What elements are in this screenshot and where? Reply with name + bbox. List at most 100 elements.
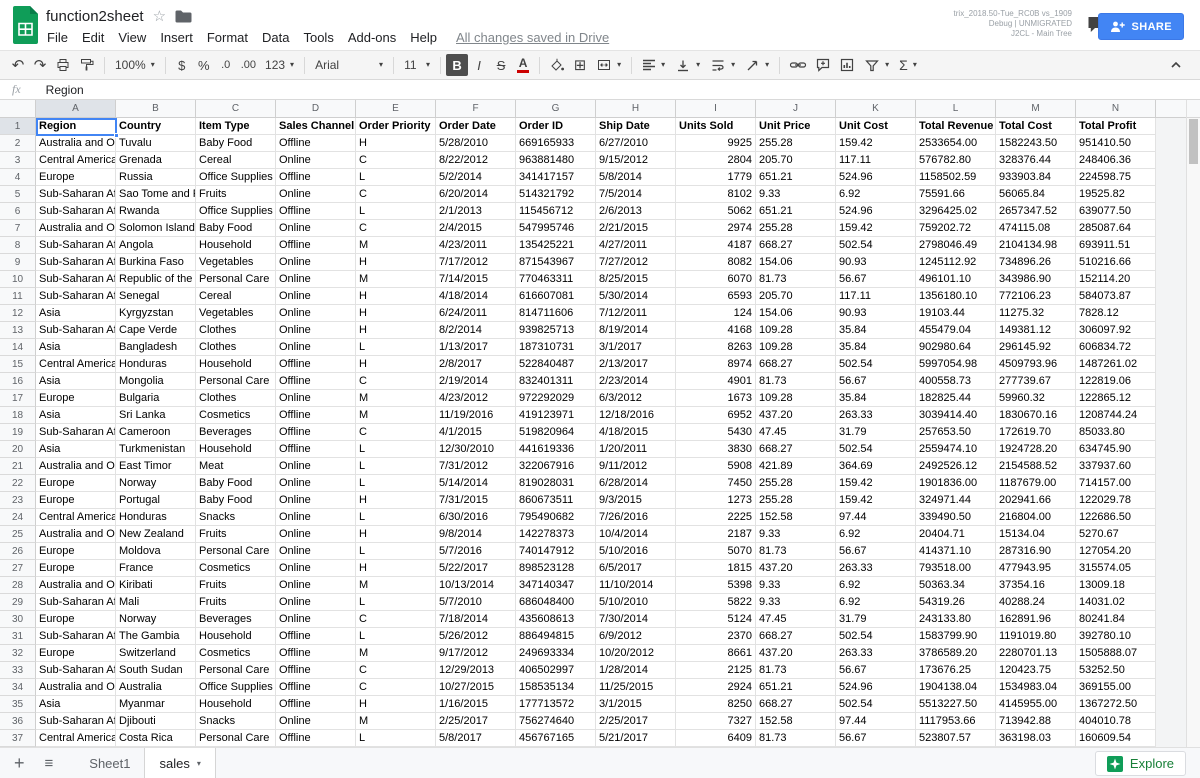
- cell-J19[interactable]: 47.45: [756, 424, 836, 441]
- sheets-logo-icon[interactable]: [11, 6, 40, 49]
- cell-I23[interactable]: 1273: [676, 492, 756, 509]
- cell-A3[interactable]: Central America: [36, 152, 116, 169]
- cell-J5[interactable]: 9.33: [756, 186, 836, 203]
- cell-C28[interactable]: Fruits: [196, 577, 276, 594]
- cell-C25[interactable]: Fruits: [196, 526, 276, 543]
- row-header-11[interactable]: 11: [0, 288, 36, 305]
- cell-I33[interactable]: 2125: [676, 662, 756, 679]
- cell-A20[interactable]: Asia: [36, 441, 116, 458]
- row-header-27[interactable]: 27: [0, 560, 36, 577]
- document-title[interactable]: function2sheet: [46, 8, 144, 25]
- cell-E33[interactable]: C: [356, 662, 436, 679]
- cell-B31[interactable]: The Gambia: [116, 628, 196, 645]
- cell-J32[interactable]: 437.20: [756, 645, 836, 662]
- cell-B9[interactable]: Burkina Faso: [116, 254, 196, 271]
- menu-edit[interactable]: Edit: [75, 27, 111, 48]
- cell-N34[interactable]: 369155.00: [1076, 679, 1156, 696]
- row-header-25[interactable]: 25: [0, 526, 36, 543]
- cell-B20[interactable]: Turkmenistan: [116, 441, 196, 458]
- decrease-decimals-button[interactable]: .0: [215, 54, 237, 76]
- cell-L32[interactable]: 3786589.20: [916, 645, 996, 662]
- cell-F11[interactable]: 4/18/2014: [436, 288, 516, 305]
- cell-B19[interactable]: Cameroon: [116, 424, 196, 441]
- cell-B30[interactable]: Norway: [116, 611, 196, 628]
- cell-G17[interactable]: 972292029: [516, 390, 596, 407]
- cell-G3[interactable]: 963881480: [516, 152, 596, 169]
- cell-F18[interactable]: 11/19/2016: [436, 407, 516, 424]
- cell-D20[interactable]: Offline: [276, 441, 356, 458]
- cell-A11[interactable]: Sub-Saharan Afr: [36, 288, 116, 305]
- cell-I27[interactable]: 1815: [676, 560, 756, 577]
- row-header-34[interactable]: 34: [0, 679, 36, 696]
- row-header-35[interactable]: 35: [0, 696, 36, 713]
- cell-D16[interactable]: Offline: [276, 373, 356, 390]
- cell-C33[interactable]: Personal Care: [196, 662, 276, 679]
- cell-G34[interactable]: 158535134: [516, 679, 596, 696]
- cell-G31[interactable]: 886494815: [516, 628, 596, 645]
- cell-B14[interactable]: Bangladesh: [116, 339, 196, 356]
- cell-L28[interactable]: 50363.34: [916, 577, 996, 594]
- cell-K1[interactable]: Unit Cost: [836, 118, 916, 135]
- cell-M27[interactable]: 477943.95: [996, 560, 1076, 577]
- cell-F7[interactable]: 2/4/2015: [436, 220, 516, 237]
- cell-B10[interactable]: Republic of the C: [116, 271, 196, 288]
- cell-M4[interactable]: 933903.84: [996, 169, 1076, 186]
- cell-F29[interactable]: 5/7/2010: [436, 594, 516, 611]
- cell-I3[interactable]: 2804: [676, 152, 756, 169]
- row-header-6[interactable]: 6: [0, 203, 36, 220]
- cell-K28[interactable]: 6.92: [836, 577, 916, 594]
- cell-F33[interactable]: 12/29/2013: [436, 662, 516, 679]
- cell-L14[interactable]: 902980.64: [916, 339, 996, 356]
- cell-A24[interactable]: Central America: [36, 509, 116, 526]
- vertical-scrollbar-thumb[interactable]: [1189, 119, 1198, 164]
- cell-H26[interactable]: 5/10/2016: [596, 543, 676, 560]
- cell-H22[interactable]: 6/28/2014: [596, 475, 676, 492]
- cell-A34[interactable]: Australia and Oc: [36, 679, 116, 696]
- cell-M26[interactable]: 287316.90: [996, 543, 1076, 560]
- menu-data[interactable]: Data: [255, 27, 296, 48]
- cell-E28[interactable]: M: [356, 577, 436, 594]
- cell-L9[interactable]: 1245112.92: [916, 254, 996, 271]
- cell-E6[interactable]: L: [356, 203, 436, 220]
- cell-N9[interactable]: 510216.66: [1076, 254, 1156, 271]
- cell-G26[interactable]: 740147912: [516, 543, 596, 560]
- column-header-K[interactable]: K: [836, 100, 916, 118]
- cell-C36[interactable]: Snacks: [196, 713, 276, 730]
- cell-I29[interactable]: 5822: [676, 594, 756, 611]
- cell-J11[interactable]: 205.70: [756, 288, 836, 305]
- cell-G18[interactable]: 419123971: [516, 407, 596, 424]
- cell-J24[interactable]: 152.58: [756, 509, 836, 526]
- cell-A26[interactable]: Europe: [36, 543, 116, 560]
- select-all-corner[interactable]: [0, 100, 36, 118]
- cell-C15[interactable]: Household: [196, 356, 276, 373]
- row-header-8[interactable]: 8: [0, 237, 36, 254]
- cell-I5[interactable]: 8102: [676, 186, 756, 203]
- cell-G9[interactable]: 871543967: [516, 254, 596, 271]
- menu-insert[interactable]: Insert: [153, 27, 200, 48]
- cell-C16[interactable]: Personal Care: [196, 373, 276, 390]
- menu-view[interactable]: View: [111, 27, 153, 48]
- italic-button[interactable]: I: [468, 54, 490, 76]
- cell-B33[interactable]: South Sudan: [116, 662, 196, 679]
- cell-K3[interactable]: 117.11: [836, 152, 916, 169]
- cell-D28[interactable]: Online: [276, 577, 356, 594]
- cell-J13[interactable]: 109.28: [756, 322, 836, 339]
- row-header-12[interactable]: 12: [0, 305, 36, 322]
- vertical-scrollbar[interactable]: [1186, 100, 1200, 747]
- cell-D9[interactable]: Online: [276, 254, 356, 271]
- cell-J8[interactable]: 668.27: [756, 237, 836, 254]
- cell-N5[interactable]: 19525.82: [1076, 186, 1156, 203]
- cell-H4[interactable]: 5/8/2014: [596, 169, 676, 186]
- cell-B25[interactable]: New Zealand: [116, 526, 196, 543]
- cell-J6[interactable]: 651.21: [756, 203, 836, 220]
- cell-H13[interactable]: 8/19/2014: [596, 322, 676, 339]
- cell-A16[interactable]: Asia: [36, 373, 116, 390]
- cell-J14[interactable]: 109.28: [756, 339, 836, 356]
- cell-A8[interactable]: Sub-Saharan Afr: [36, 237, 116, 254]
- cell-N7[interactable]: 285087.64: [1076, 220, 1156, 237]
- cell-E3[interactable]: C: [356, 152, 436, 169]
- cell-L20[interactable]: 2559474.10: [916, 441, 996, 458]
- cell-H17[interactable]: 6/3/2012: [596, 390, 676, 407]
- row-header-9[interactable]: 9: [0, 254, 36, 271]
- cell-N10[interactable]: 152114.20: [1076, 271, 1156, 288]
